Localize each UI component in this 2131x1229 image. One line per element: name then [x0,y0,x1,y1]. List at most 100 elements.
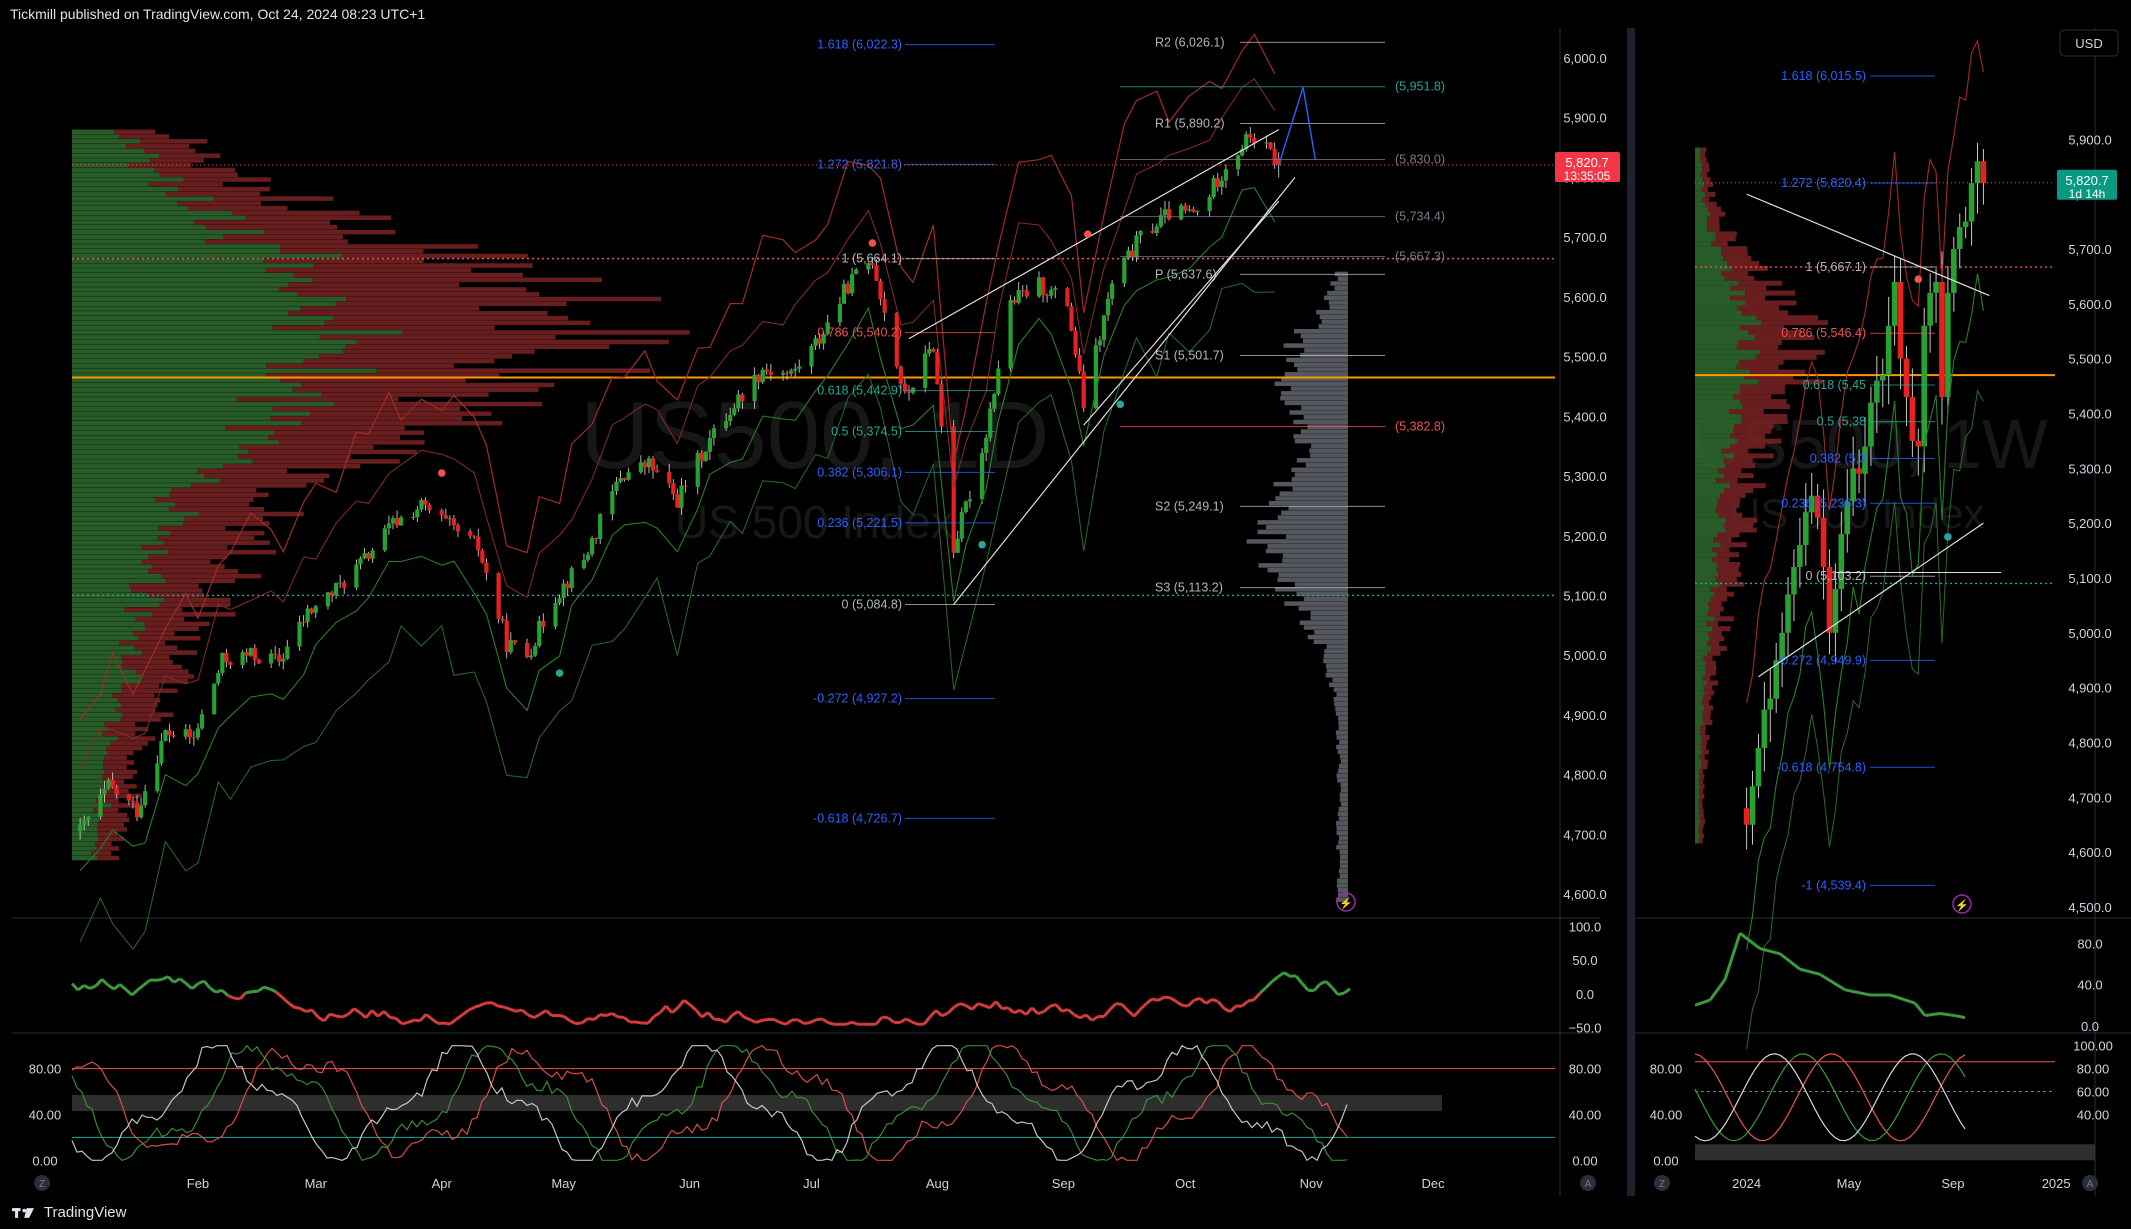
weekly-volume-bar-sell [1699,779,1704,785]
volume-profile-bar-sell [121,664,182,670]
volume-profile-bar-buy [72,669,136,674]
weekly-volume-bar-sell [1756,315,1819,321]
weekly-volume-bar-sell [1745,300,1797,306]
daily-y-tick: 5,600.0 [1563,290,1606,305]
volume-profile-bar-sell [128,162,192,168]
volume-profile-bar-sell [148,569,239,574]
daily-candle-body [329,592,335,596]
volume-profile-bar-buy [72,803,112,808]
volume-profile-bar-buy [72,674,143,679]
weekly-candle-body [1962,221,1969,228]
volume-profile-bar-sell [158,526,226,531]
volume-profile-bar-buy [72,143,127,149]
volume-profile-bar-sell [135,616,184,622]
daily-candle-body [354,564,359,588]
weekly-y-tick: 4,600.0 [2068,845,2111,860]
volume-profile-bar-buy [72,631,134,636]
volume-profile-bar-sell [177,186,270,192]
weekly-volume-bar-sell [1700,172,1707,178]
weekly-volume-bar-buy [1695,483,1731,489]
volume-profile-bar-right [1294,328,1348,334]
volume-profile-bar-sell [168,549,277,555]
weekly-volume-bar-sell [1724,275,1755,281]
volume-profile-bar-buy [72,182,149,187]
volume-profile-bar-right [1337,749,1348,754]
volume-profile-bar-right [1337,811,1348,817]
weekly-volume-bar-buy [1695,798,1699,804]
daily-candle-body [195,728,201,738]
daily-osc2-tick: 40.00 [1569,1107,1602,1122]
volume-profile-bar-right [1257,529,1348,535]
volume-profile-bar-buy [72,721,105,727]
daily-last-price-countdown: 13:35:05 [1564,169,1611,183]
volume-profile-bar-right [1336,735,1348,740]
daily-x-label: Feb [187,1176,209,1191]
volume-profile-bar-sell [169,492,269,498]
weekly-volume-bar-buy [1695,759,1702,765]
weekly-volume-bar-sell [1714,591,1734,597]
volume-profile-bar-sell [197,468,288,474]
daily-fib-label: 0.618 (5,442.9) [817,384,902,398]
volume-profile-bar-buy [72,535,157,541]
weekly-candle-body [1761,709,1768,748]
daily-candle-body [313,606,318,613]
daily-pivot-label: P (5,637.6) [1155,267,1217,281]
weekly-x-label: Sep [1941,1176,1964,1191]
daily-osc1-segment [1061,1008,1069,1013]
daily-candle-body [512,640,517,643]
volume-profile-bar-sell [143,621,210,627]
volume-profile-bar-right [1334,701,1348,707]
weekly-volume-bar-buy [1695,404,1743,410]
daily-osc1-segment [401,1020,409,1026]
volume-profile-bar-right [1275,496,1348,501]
daily-candle-body [984,437,989,453]
weekly-volume-bar-sell [1745,290,1796,296]
weekly-volume-bar-buy [1695,468,1719,474]
daily-candle-body [228,662,233,666]
weekly-candle-body [1797,545,1803,568]
volume-profile-bar-right [1246,539,1348,544]
daily-candle-body [626,472,631,480]
daily-osc1-segment [575,1021,583,1026]
volume-profile-bar-buy [72,444,240,450]
weekly-volume-bar-sell [1699,774,1705,780]
daily-x-label: Oct [1175,1176,1196,1191]
weekly-candle-body [1832,588,1839,633]
daily-candle-body [277,654,282,662]
daily-y-tick: 4,800.0 [1563,768,1606,783]
volume-profile-bar-buy [72,201,178,206]
daily-candle-body [1138,230,1143,236]
volume-profile-bar-buy [72,287,279,292]
weekly-volume-bar-buy [1695,813,1700,819]
volume-profile-bar-buy [72,664,122,670]
volume-profile-bar-right [1336,692,1348,697]
weekly-volume-bar-sell [1699,794,1705,800]
daily-candle-body [996,368,1001,395]
daily-candle-body [439,510,444,516]
chart-canvas[interactable]: US500, 1D US 500 Index 1.618 (6,022.3) 1.27… [0,28,2131,1196]
weekly-volume-bar-sell [1730,443,1766,449]
weekly-osc1-segment [1954,1014,1966,1020]
volume-profile-bar-buy [72,640,120,646]
volume-profile-bar-right [1340,802,1348,807]
daily-candle-body [1105,298,1111,316]
volume-profile-bar-right [1340,854,1348,860]
volume-profile-bar-sell [194,220,331,225]
weekly-candle-body [1951,248,1957,293]
volume-profile-bar-right [1286,357,1348,363]
volume-profile-bar-buy [72,325,273,330]
volume-profile-bar-sell [102,764,127,770]
weekly-volume-bar-sell [1702,167,1710,173]
volume-profile-bar-buy [72,334,320,340]
weekly-volume-bar-buy [1695,433,1731,439]
volume-profile-bar-sell [272,406,461,412]
publisher-bar: Tickmill published on TradingView.com, O… [0,0,2131,28]
daily-candle-body [399,517,404,526]
daily-candle-body [155,763,160,792]
daily-candle-body [699,452,704,461]
pane-divider[interactable] [1627,28,1635,1196]
volume-profile-bar-sell [175,502,249,507]
volume-profile-bar-right [1324,649,1348,654]
daily-candle-body [524,642,530,658]
weekly-volume-bar-sell [1701,764,1708,770]
